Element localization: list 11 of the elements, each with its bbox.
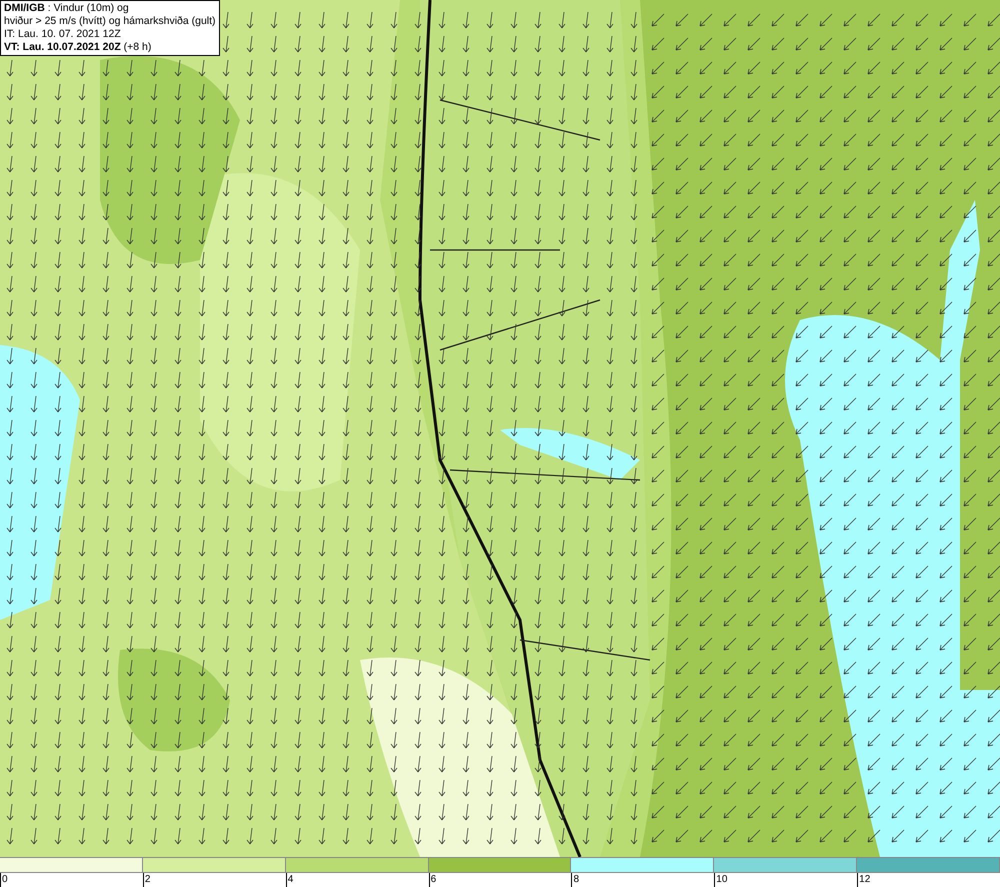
legend-label: 10 xyxy=(716,873,728,886)
legend-label: 4 xyxy=(288,873,294,886)
info-text: hviður > 25 m/s (hvítt) og hámarkshviða (gult) xyxy=(4,15,216,28)
legend-label: 8 xyxy=(573,873,579,886)
legend-label: 6 xyxy=(430,873,436,886)
legend-label: 0 xyxy=(2,873,8,886)
info-text: DMI/IGB : Vindur (10m) og xyxy=(4,2,130,15)
legend-label: 2 xyxy=(144,873,150,886)
info-text: IT: Lau. 10. 07. 2021 12Z xyxy=(4,28,122,41)
legend-label: 12 xyxy=(859,873,870,886)
info-text: VT: Lau. 10.07.2021 20Z (+8 h) xyxy=(4,41,152,54)
